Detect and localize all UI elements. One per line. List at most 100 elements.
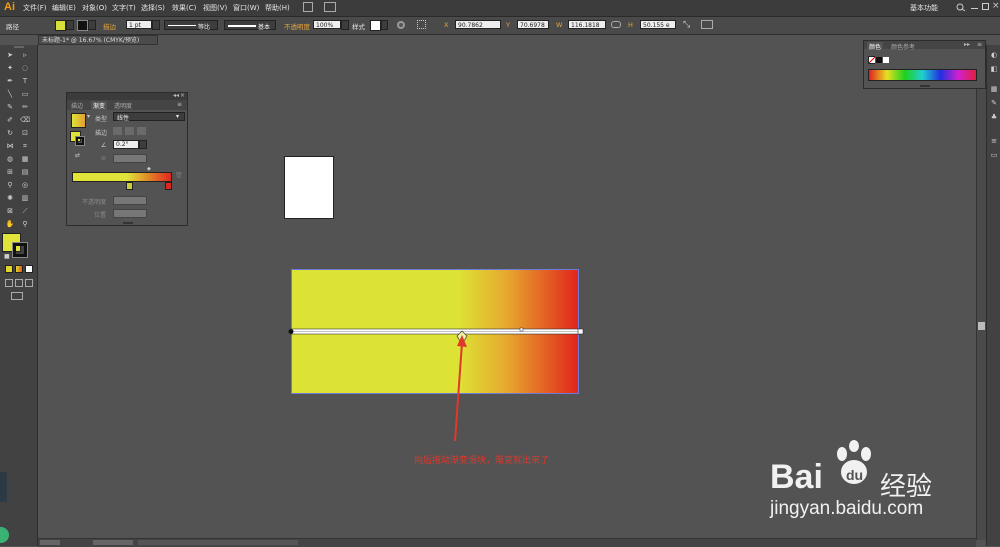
search-icon[interactable]	[955, 2, 969, 12]
color-mode-icon[interactable]	[5, 265, 13, 273]
document-tab[interactable]: 未标题-1* @ 16.67% (CMYK/预览)	[38, 35, 158, 45]
line-tool-icon[interactable]: ╲	[5, 90, 15, 98]
draw-inside-icon[interactable]	[25, 279, 33, 287]
stroke-indicator[interactable]	[75, 136, 85, 146]
type-tool-icon[interactable]: T	[20, 77, 30, 85]
stroke-option-2[interactable]	[125, 127, 134, 135]
gradient-slider[interactable]	[72, 172, 172, 182]
stroke-option-1[interactable]	[113, 127, 122, 135]
opacity-label[interactable]: 不透明度	[284, 21, 310, 31]
menu-help[interactable]: 帮助(H)	[265, 3, 290, 13]
delete-stop-icon[interactable]: 🗑	[175, 172, 183, 179]
maximize-icon[interactable]	[982, 3, 989, 10]
menu-type[interactable]: 文字(T)	[112, 3, 136, 13]
artboard[interactable]	[284, 156, 334, 219]
mesh-tool-icon[interactable]: ⊞	[5, 168, 15, 176]
minimize-icon[interactable]	[971, 8, 978, 9]
blob-brush-tool-icon[interactable]: ✐	[5, 116, 15, 124]
draw-normal-icon[interactable]	[5, 279, 13, 287]
color-guide-icon[interactable]: ◧	[989, 65, 999, 73]
y-field[interactable]: 70.6978	[517, 20, 549, 29]
menu-view[interactable]: 视图(V)	[203, 3, 227, 13]
collapse-icon[interactable]: ◂◂	[173, 92, 179, 99]
column-graph-tool-icon[interactable]: ▥	[20, 194, 30, 202]
stroke-weight-dropdown[interactable]	[152, 20, 160, 30]
shape-builder-tool-icon[interactable]: ◍	[5, 155, 15, 163]
brush-definition[interactable]: 基本	[224, 20, 276, 31]
color-panel-icon[interactable]: ◐	[989, 51, 999, 59]
taskbar-app-icon[interactable]	[0, 472, 7, 502]
tab-color[interactable]: 颜色	[867, 42, 884, 51]
variable-width-profile[interactable]: 等比	[164, 20, 218, 31]
default-colors-icon[interactable]: ■	[4, 253, 10, 260]
color-stop-red[interactable]	[165, 182, 172, 190]
direct-selection-tool-icon[interactable]: ▹	[20, 51, 30, 59]
constrain-proportions-icon[interactable]	[611, 21, 621, 28]
stroke-panel-icon[interactable]: ≡	[989, 137, 999, 145]
artboard-tool-icon[interactable]: ⊠	[5, 207, 15, 215]
artboard-navigation[interactable]	[93, 540, 133, 545]
stroke-option-3[interactable]	[137, 127, 146, 135]
close-icon[interactable]: ×	[992, 1, 1000, 11]
lasso-tool-icon[interactable]: ◌	[20, 64, 30, 72]
color-spectrum[interactable]	[868, 69, 977, 81]
width-tool-icon[interactable]: ⋈	[5, 142, 15, 150]
opacity-dropdown[interactable]	[341, 20, 349, 30]
tab-transparency[interactable]: 透明度	[114, 101, 132, 110]
panel-close-icon[interactable]: ×	[180, 92, 185, 99]
tab-stroke[interactable]: 描边	[71, 101, 83, 110]
graphic-style-swatch[interactable]	[370, 20, 381, 31]
stroke-color-swatch[interactable]	[12, 242, 28, 258]
panel-menu-icon[interactable]	[701, 20, 713, 29]
graphic-style-dropdown[interactable]	[381, 20, 388, 30]
draw-behind-icon[interactable]	[15, 279, 23, 287]
white-color-icon[interactable]	[882, 56, 890, 64]
gradient-type-select[interactable]: 线性 ▾	[113, 112, 185, 122]
zoom-level-field[interactable]	[40, 540, 60, 545]
perspective-grid-tool-icon[interactable]: ▦	[20, 155, 30, 163]
bridge-icon[interactable]	[303, 2, 313, 12]
stroke-label[interactable]: 描边	[103, 21, 116, 31]
horizontal-scrollbar[interactable]	[138, 540, 298, 545]
blend-tool-icon[interactable]: ◎	[20, 181, 30, 189]
scroll-thumb[interactable]	[978, 322, 985, 330]
panel-header[interactable]: ◂◂ ×	[67, 92, 187, 100]
reverse-gradient-icon[interactable]: ⇄	[75, 152, 80, 159]
stop-opacity-field[interactable]	[113, 196, 147, 205]
panel-menu-icon[interactable]: ≡	[977, 41, 982, 48]
gradient-mode-icon[interactable]	[15, 265, 23, 273]
resize-grip[interactable]	[123, 222, 133, 224]
selection-tool-icon[interactable]: ➤	[5, 51, 15, 59]
free-transform-tool-icon[interactable]: ⌗	[20, 142, 30, 150]
hand-tool-icon[interactable]: ✋	[5, 220, 15, 228]
aspect-ratio-field[interactable]	[113, 154, 147, 163]
menu-select[interactable]: 选择(S)	[141, 3, 165, 13]
pen-tool-icon[interactable]: ✒	[5, 77, 15, 85]
brushes-panel-icon[interactable]: ✎	[989, 99, 999, 107]
swatches-panel-icon[interactable]: ▦	[989, 85, 999, 93]
fill-swatch[interactable]	[55, 20, 66, 31]
panel-menu-icon[interactable]: ≡	[177, 101, 182, 108]
workspace-switcher[interactable]: 基本功能	[910, 3, 938, 13]
gradient-panel-icon[interactable]: ▭	[989, 151, 999, 159]
fill-dropdown[interactable]	[66, 20, 74, 30]
eyedropper-tool-icon[interactable]: ⚲	[5, 181, 15, 189]
symbols-panel-icon[interactable]: ♣	[989, 113, 999, 121]
panel-grip[interactable]	[14, 46, 24, 48]
menu-window[interactable]: 窗口(W)	[233, 3, 259, 13]
rectangle-tool-icon[interactable]: ▭	[20, 90, 30, 98]
menu-file[interactable]: 文件(F)	[23, 3, 47, 13]
paintbrush-tool-icon[interactable]: ✎	[5, 103, 15, 111]
stop-location-field[interactable]	[113, 209, 147, 218]
gradient-annotator[interactable]	[286, 324, 586, 344]
zoom-tool-icon[interactable]: ⚲	[20, 220, 30, 228]
pencil-tool-icon[interactable]: ✏	[20, 103, 30, 111]
screen-mode-icon[interactable]	[11, 292, 23, 300]
resize-grip[interactable]	[920, 85, 930, 87]
opacity-field[interactable]: 100%	[313, 20, 341, 29]
recolor-artwork-icon[interactable]	[396, 20, 406, 30]
color-stop-yellow[interactable]	[126, 182, 133, 190]
arrange-documents-icon[interactable]	[324, 2, 336, 12]
height-field[interactable]: 50.155 e	[640, 20, 676, 29]
width-field[interactable]: 116.1818	[568, 20, 606, 29]
